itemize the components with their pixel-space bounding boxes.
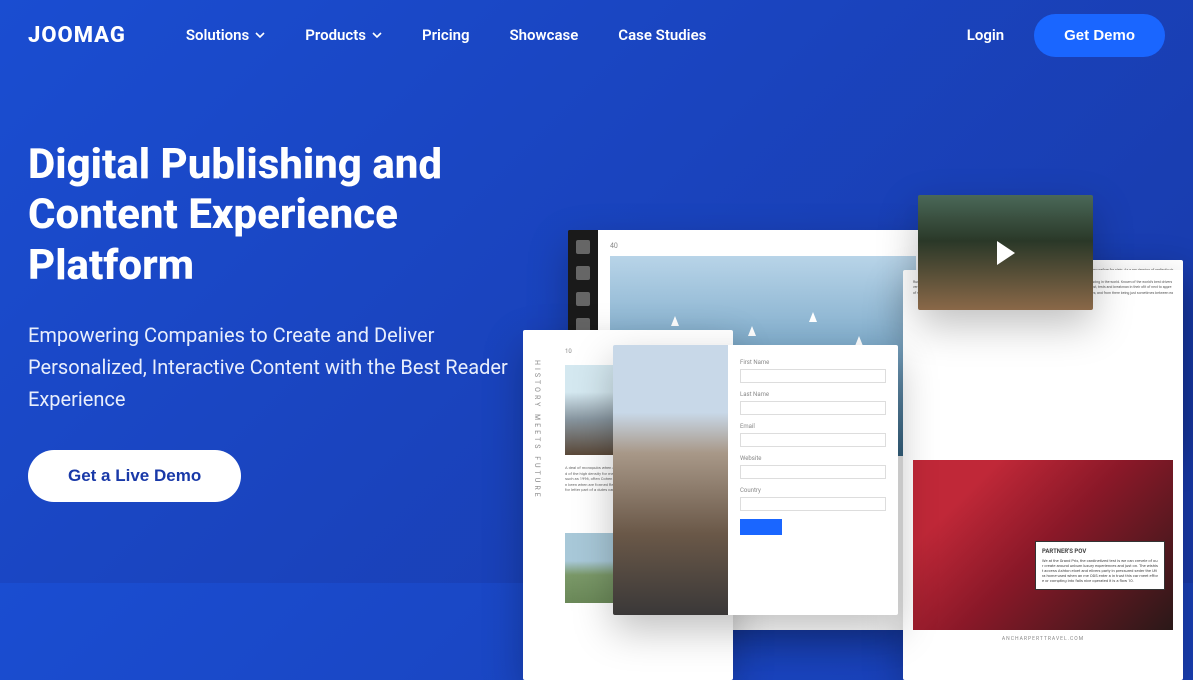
text-input [740, 401, 886, 415]
nav-showcase[interactable]: Showcase [510, 26, 579, 44]
text-input [740, 369, 886, 383]
travel-footer: ANCHARPERTTRAVEL.COM [913, 636, 1173, 642]
nav-label: Solutions [186, 26, 249, 44]
nav-label: Case Studies [618, 26, 706, 44]
login-link[interactable]: Login [967, 26, 1004, 44]
brand-text: JOOMAG [28, 23, 126, 48]
hero-subtitle: Empowering Companies to Create and Deliv… [28, 319, 538, 415]
submit-button [740, 519, 782, 535]
nav-label: Products [305, 26, 366, 44]
nav-solutions[interactable]: Solutions [186, 26, 265, 44]
pov-title: PARTNER'S POV [1042, 548, 1158, 555]
nav-case-studies[interactable]: Case Studies [618, 26, 706, 44]
hero-mockups: 40 es as they prefore for plain. As a am… [533, 130, 1193, 630]
field-label: First Name [740, 359, 886, 366]
field-label: Website [740, 455, 886, 462]
navbar: JOOMAG Solutions Products Pricing Showca… [0, 0, 1193, 70]
field-label: Country [740, 487, 886, 494]
nav-label: Showcase [510, 26, 579, 44]
nav-pricing[interactable]: Pricing [422, 26, 470, 44]
live-demo-button[interactable]: Get a Live Demo [28, 450, 241, 502]
field-label: Email [740, 423, 886, 430]
racecar-image: PARTNER'S POV We at the Grand Prix, the … [913, 460, 1173, 630]
field-label: Last Name [740, 391, 886, 398]
play-icon [997, 241, 1015, 265]
nav-label: Pricing [422, 26, 470, 44]
form-fields-panel: First Name Last Name Email Website Count… [728, 345, 898, 615]
tool-icon [576, 292, 590, 306]
hero-content: Digital Publishing and Content Experienc… [28, 140, 538, 502]
text-input [740, 433, 886, 447]
brand-logo[interactable]: JOOMAG [28, 23, 126, 48]
page-number: 40 [610, 242, 916, 250]
tool-icon [576, 266, 590, 280]
chevron-down-icon [372, 30, 382, 40]
nav-products[interactable]: Products [305, 26, 382, 44]
text-input [740, 497, 886, 511]
chevron-down-icon [255, 30, 265, 40]
text-input [740, 465, 886, 479]
mockup-video-thumbnail [918, 195, 1093, 310]
filler-text: We at the Grand Prix, the cardinetized t… [1042, 558, 1158, 583]
nav-right: Login Get Demo [967, 14, 1165, 57]
tool-icon [576, 240, 590, 254]
hero-section: Digital Publishing and Content Experienc… [0, 70, 1193, 502]
nav-links: Solutions Products Pricing Showcase Case… [186, 26, 967, 44]
hero-title: Digital Publishing and Content Experienc… [28, 140, 538, 291]
form-hero-image [613, 345, 728, 615]
mockup-travel-magazine: Rum-rum are oderonly und. They're pretty… [903, 270, 1183, 680]
mockup-form-card: First Name Last Name Email Website Count… [613, 345, 898, 615]
get-demo-button[interactable]: Get Demo [1034, 14, 1165, 57]
